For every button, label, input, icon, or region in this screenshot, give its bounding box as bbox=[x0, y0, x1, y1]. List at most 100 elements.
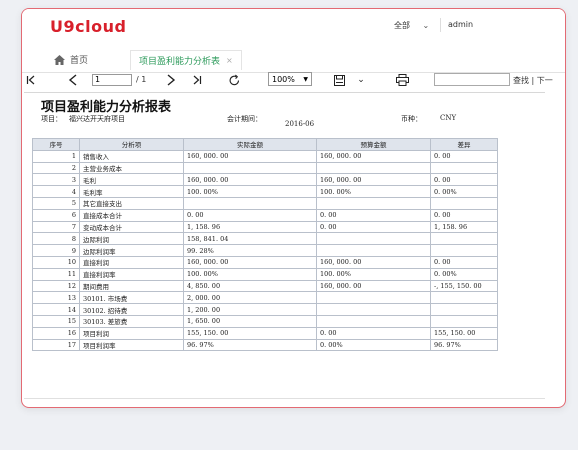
table-cell: 0. 00 bbox=[430, 208, 498, 222]
currency-value: CNY bbox=[440, 114, 457, 122]
user-menu[interactable]: admin bbox=[448, 20, 473, 29]
table-cell: 13 bbox=[32, 291, 80, 305]
currency-label: 币种： bbox=[401, 115, 422, 123]
close-icon[interactable]: × bbox=[226, 56, 233, 65]
table-cell: 项目利润率 bbox=[79, 338, 184, 352]
org-select[interactable]: 全部 ⌄ bbox=[394, 20, 429, 31]
report-title: 项目盈利能力分析报表 bbox=[41, 100, 172, 115]
period-label: 会计期间： bbox=[227, 115, 262, 123]
table-cell: 155, 150. 00 bbox=[183, 326, 317, 340]
table-header-row: 序号 分析项 实际金额 预算金额 差异 bbox=[32, 138, 498, 151]
table-cell: 直接利润 bbox=[79, 255, 184, 269]
page-total: / 1 bbox=[136, 75, 147, 84]
table-cell: 变动成本合计 bbox=[79, 220, 184, 234]
table-cell: 0. 00 bbox=[430, 255, 498, 269]
column-header: 实际金额 bbox=[183, 138, 317, 151]
table-cell bbox=[430, 291, 498, 305]
table-cell: 1, 158. 96 bbox=[430, 220, 498, 234]
table-cell: 主营业务成本 bbox=[79, 161, 184, 175]
table-cell: 8 bbox=[32, 232, 80, 246]
table-cell: 160, 000. 00 bbox=[316, 279, 431, 293]
period-value: 2016-06 bbox=[285, 120, 315, 128]
column-header: 预算金额 bbox=[316, 138, 431, 151]
table-cell: 158, 841. 04 bbox=[183, 232, 317, 246]
chevron-down-icon: ⌄ bbox=[422, 21, 430, 30]
divider bbox=[24, 398, 545, 399]
table-row: 11 直接利润率 100. 00% 100. 00% 0. 00% bbox=[32, 267, 498, 281]
zoom-select[interactable]: 100% ▼ bbox=[268, 72, 312, 86]
table-cell: 0. 00 bbox=[183, 208, 317, 222]
table-cell: 100. 00% bbox=[183, 185, 317, 198]
search-input[interactable] bbox=[434, 73, 510, 86]
table-cell bbox=[430, 314, 498, 328]
table-cell bbox=[316, 291, 431, 305]
table-cell: 0. 00 bbox=[430, 173, 498, 187]
table-cell: 销售收入 bbox=[79, 149, 184, 163]
table-cell: 155, 150. 00 bbox=[430, 326, 498, 340]
tab-active-label: 项目盈利能力分析表 bbox=[139, 57, 221, 67]
table-cell bbox=[183, 196, 317, 210]
table-cell: 160, 000. 00 bbox=[183, 173, 317, 187]
table-cell: 1 bbox=[32, 149, 80, 163]
table-cell: 3 bbox=[32, 173, 80, 187]
table-cell: 0. 00% bbox=[430, 185, 498, 198]
table-row: 17 项目利润率 96. 97% 0. 00% 96. 97% bbox=[32, 338, 498, 352]
chevron-down-icon[interactable]: ⌄ bbox=[356, 70, 366, 90]
column-header: 差异 bbox=[430, 138, 498, 151]
table-cell: 1, 650. 00 bbox=[183, 314, 317, 328]
tab-home[interactable]: 首页 bbox=[54, 53, 88, 66]
next-page-icon[interactable] bbox=[164, 70, 178, 90]
table-cell: 其它直接支出 bbox=[79, 196, 184, 210]
last-page-icon[interactable] bbox=[190, 70, 204, 90]
table-cell bbox=[430, 232, 498, 246]
table-row: 16 项目利润 155, 150. 00 0. 00 155, 150. 00 bbox=[32, 326, 498, 340]
table-row: 3 毛利 160, 000. 00 160, 000. 00 0. 00 bbox=[32, 173, 498, 187]
table-cell: 0. 00 bbox=[316, 208, 431, 222]
divider bbox=[24, 92, 545, 93]
table-cell bbox=[183, 161, 317, 175]
table-cell: 16 bbox=[32, 326, 80, 340]
table-cell: 0. 00 bbox=[316, 220, 431, 234]
table-row: 6 直接成本合计 0. 00 0. 00 0. 00 bbox=[32, 208, 498, 222]
table-cell bbox=[430, 161, 498, 175]
table-row: 10 直接利润 160, 000. 00 160, 000. 00 0. 00 bbox=[32, 255, 498, 269]
table-cell bbox=[316, 314, 431, 328]
refresh-icon[interactable] bbox=[226, 70, 242, 90]
brand-logo[interactable]: U9cloud bbox=[50, 17, 126, 36]
table-row: 2 主营业务成本 bbox=[32, 161, 498, 175]
table-cell: 项目利润 bbox=[79, 326, 184, 340]
table-cell: 0. 00% bbox=[316, 338, 431, 352]
table-cell: 160, 000. 00 bbox=[316, 149, 431, 163]
prev-page-icon[interactable] bbox=[66, 70, 80, 90]
table-row: 5 其它直接支出 bbox=[32, 196, 498, 210]
caret-down-icon: ▼ bbox=[303, 75, 308, 83]
table-cell: 0. 00 bbox=[316, 326, 431, 340]
table-cell: 1, 158. 96 bbox=[183, 220, 317, 234]
find-next-link[interactable]: 查找 | 下一 bbox=[513, 75, 553, 86]
save-icon[interactable] bbox=[332, 70, 346, 90]
table-row: 7 变动成本合计 1, 158. 96 0. 00 1, 158. 96 bbox=[32, 220, 498, 234]
table-cell: 30103. 差旅费 bbox=[79, 314, 184, 328]
table-cell: 100. 00% bbox=[316, 267, 431, 281]
table-cell: 160, 000. 00 bbox=[316, 255, 431, 269]
page-number-input[interactable]: 1 bbox=[92, 74, 132, 86]
first-page-icon[interactable] bbox=[24, 70, 38, 90]
top-bar: U9cloud 全部 ⌄ admin bbox=[22, 9, 565, 47]
column-header: 序号 bbox=[32, 138, 80, 151]
table-row: 12 期间费用 4, 850. 00 160, 000. 00 -, 155, 150.… bbox=[32, 279, 498, 293]
table-cell: 4, 850. 00 bbox=[183, 279, 317, 293]
table-row: 9 边际利润率 99. 28% bbox=[32, 244, 498, 257]
table-cell: 期间费用 bbox=[79, 279, 184, 293]
table-row: 15 30103. 差旅费 1, 650. 00 bbox=[32, 314, 498, 328]
table-cell: 边际利润率 bbox=[79, 244, 184, 257]
table-cell: 0. 00 bbox=[430, 149, 498, 163]
table-cell: 直接利润率 bbox=[79, 267, 184, 281]
tab-profit-analysis[interactable]: 项目盈利能力分析表 × bbox=[130, 50, 242, 70]
table-cell bbox=[316, 196, 431, 210]
table-cell: 2, 000. 00 bbox=[183, 291, 317, 305]
table-cell bbox=[316, 244, 431, 257]
table-cell: 9 bbox=[32, 244, 80, 257]
table-cell: 96. 97% bbox=[183, 338, 317, 352]
table-cell: 17 bbox=[32, 338, 80, 352]
print-icon[interactable] bbox=[394, 70, 410, 90]
